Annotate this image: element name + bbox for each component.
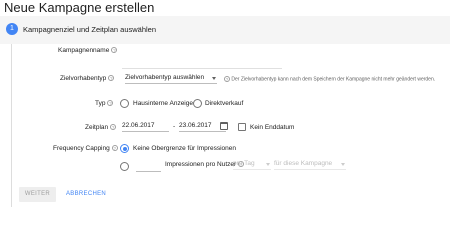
campaign-name-label: Kampagnenname? bbox=[58, 47, 118, 54]
page-title: Neue Kampagne erstellen bbox=[4, 0, 155, 15]
cancel-button[interactable]: ABBRECHEN bbox=[66, 187, 106, 202]
campaign-name-input[interactable] bbox=[122, 58, 282, 69]
campaign-name-label-text: Kampagnenname bbox=[58, 47, 110, 54]
no-end-date-checkbox[interactable] bbox=[238, 123, 246, 131]
scope-select-value: für diese Kampagne bbox=[274, 160, 333, 167]
frequency-capping-label: Frequency Capping? bbox=[53, 145, 118, 152]
help-circle-icon[interactable]: ? bbox=[111, 47, 118, 54]
type-label-text: Typ bbox=[95, 100, 106, 107]
type-label: Typ? bbox=[95, 100, 114, 107]
start-date-input[interactable]: 22.06.2017 bbox=[122, 121, 169, 132]
frequency-radio-per-user[interactable] bbox=[120, 162, 129, 171]
help-circle-icon[interactable]: ? bbox=[110, 124, 117, 131]
caret-down-icon bbox=[212, 77, 216, 80]
type-option-direct[interactable]: Direktverkauf bbox=[205, 100, 243, 107]
step-number-badge: 1 bbox=[6, 23, 18, 35]
caret-down-icon bbox=[266, 163, 270, 166]
frequency-capping-label-text: Frequency Capping bbox=[53, 145, 110, 152]
end-date-input[interactable]: 23.06.2017 bbox=[179, 121, 226, 132]
step-title: Kampagnenziel und Zeitplan auswählen bbox=[23, 25, 157, 34]
help-circle-icon[interactable]: ? bbox=[111, 145, 118, 152]
date-range-separator: - bbox=[173, 123, 176, 130]
goal-type-selected-value: Zielvorhabentyp auswählen bbox=[125, 74, 205, 81]
type-radio-inhouse[interactable] bbox=[120, 99, 129, 108]
frequency-option-no-limit[interactable]: Keine Obergrenze für Impressionen bbox=[133, 145, 236, 152]
period-select[interactable]: pro Tag bbox=[233, 159, 271, 170]
caret-down-icon bbox=[341, 163, 345, 166]
help-circle-icon[interactable]: ? bbox=[224, 76, 230, 82]
schedule-label: Zeitplan? bbox=[85, 124, 117, 131]
help-circle-icon[interactable]: ? bbox=[107, 100, 114, 107]
step-connector-line bbox=[11, 44, 12, 207]
help-circle-icon[interactable]: ? bbox=[108, 75, 115, 82]
goal-type-hint: ? Der Zielvorhabentyp kann nach dem Spei… bbox=[222, 76, 435, 82]
no-end-date-label[interactable]: Kein Enddatum bbox=[250, 124, 294, 131]
frequency-option-per-user-text: Impressionen pro Nutzer bbox=[165, 161, 237, 168]
scope-select[interactable]: für diese Kampagne bbox=[274, 159, 346, 170]
schedule-label-text: Zeitplan bbox=[85, 124, 109, 131]
goal-type-label: Zielvorhabentyp? bbox=[60, 75, 115, 82]
frequency-radio-no-limit[interactable] bbox=[120, 144, 129, 153]
impressions-count-input[interactable] bbox=[136, 161, 161, 172]
next-button[interactable]: WEITER bbox=[19, 187, 56, 202]
goal-type-hint-text: Der Zielvorhabentyp kann nach dem Speich… bbox=[231, 76, 436, 83]
step-header[interactable]: 1 Kampagnenziel und Zeitplan auswählen bbox=[0, 16, 450, 44]
period-select-value: pro Tag bbox=[233, 160, 255, 167]
goal-type-select[interactable]: Zielvorhabentyp auswählen bbox=[125, 73, 217, 84]
calendar-icon[interactable] bbox=[220, 122, 228, 130]
type-option-inhouse[interactable]: Hausinterne Anzeige bbox=[133, 100, 193, 107]
type-radio-direct[interactable] bbox=[193, 99, 202, 108]
goal-type-label-text: Zielvorhabentyp bbox=[60, 75, 107, 82]
